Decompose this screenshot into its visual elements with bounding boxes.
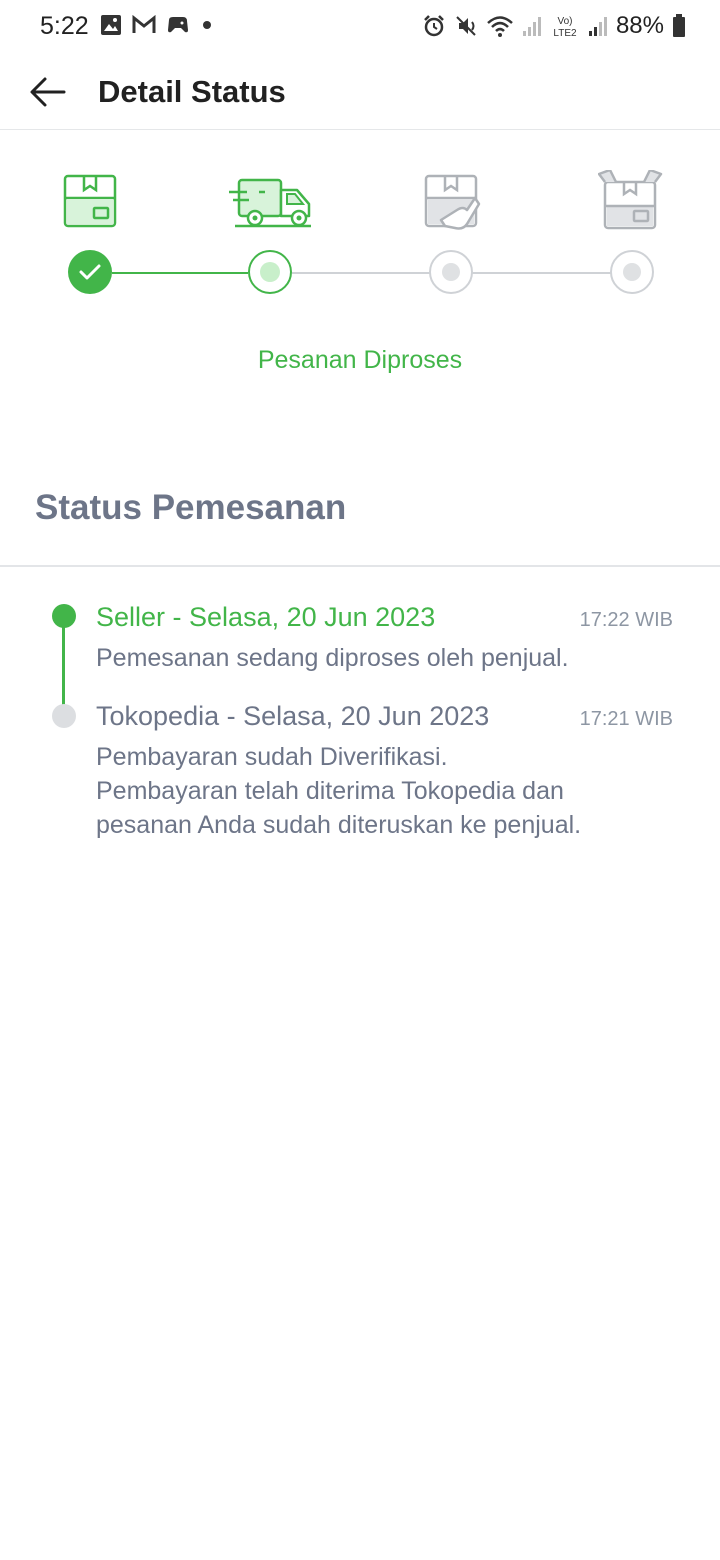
package-handover-icon [424,174,481,230]
package-icon [63,174,117,228]
timeline-event-time: 17:21 WIB [579,708,673,730]
current-step-label: Pesanan Diproses [257,346,463,374]
timeline-event-heading: Seller - Selasa, 20 Jun 2023 [96,602,436,632]
page-title: Detail Status [98,74,286,109]
order-progress-stepper: Pesanan Diproses [0,130,720,430]
description-line: Pemesanan sedang diproses oleh penjual. [96,644,569,672]
arrow-left-icon [30,77,66,107]
timeline-dot-current [52,604,76,628]
progress-track [472,272,611,274]
gallery-icon [101,15,121,35]
wifi-icon [487,16,513,37]
checkmark-icon [79,264,101,280]
open-package-icon [598,170,663,230]
step-dot-pending [429,250,473,294]
volte-icon: Vo) LTE2 [553,16,577,38]
mute-icon [456,16,476,36]
step-dot-pending [610,250,654,294]
back-button[interactable] [28,74,68,110]
svg-text:LTE2: LTE2 [553,28,577,38]
gmail-icon [132,15,156,33]
step-dot-active [248,250,292,294]
step-dot-done [68,250,112,294]
dot-icon [203,21,211,29]
timeline-event-heading: Tokopedia - Selasa, 20 Jun 2023 [96,701,490,731]
description-line: Pembayaran telah diterima Tokopedia dan [96,777,564,805]
status-bar: 5:22 Vo) LTE2 88% [0,0,720,56]
signal-icon [522,17,541,36]
battery-icon [673,14,685,37]
timeline-dot-past [52,704,76,728]
status-time: 5:22 [40,12,89,40]
timeline-connector [62,618,65,714]
description-line: pesanan Anda sudah diteruskan ke penjual… [96,811,582,839]
alarm-icon [424,15,444,37]
svg-text:Vo): Vo) [557,16,572,27]
section-title: Status Pemesanan [35,488,347,527]
game-icon [168,17,188,33]
description-line: Pembayaran sudah Diverifikasi. [96,743,448,771]
delivery-truck-icon [229,178,311,228]
timeline-event-description: Pemesanan sedang diproses oleh penjual. [96,641,676,675]
timeline-event-description: Pembayaran sudah Diverifikasi. Pembayara… [96,740,676,842]
app-bar: Detail Status [0,56,720,130]
battery-percent: 88% [615,12,664,39]
timeline-event-time: 17:22 WIB [579,609,673,631]
divider [0,565,720,567]
progress-track [292,272,430,274]
progress-track-done [112,272,248,274]
signal-icon [588,17,607,36]
